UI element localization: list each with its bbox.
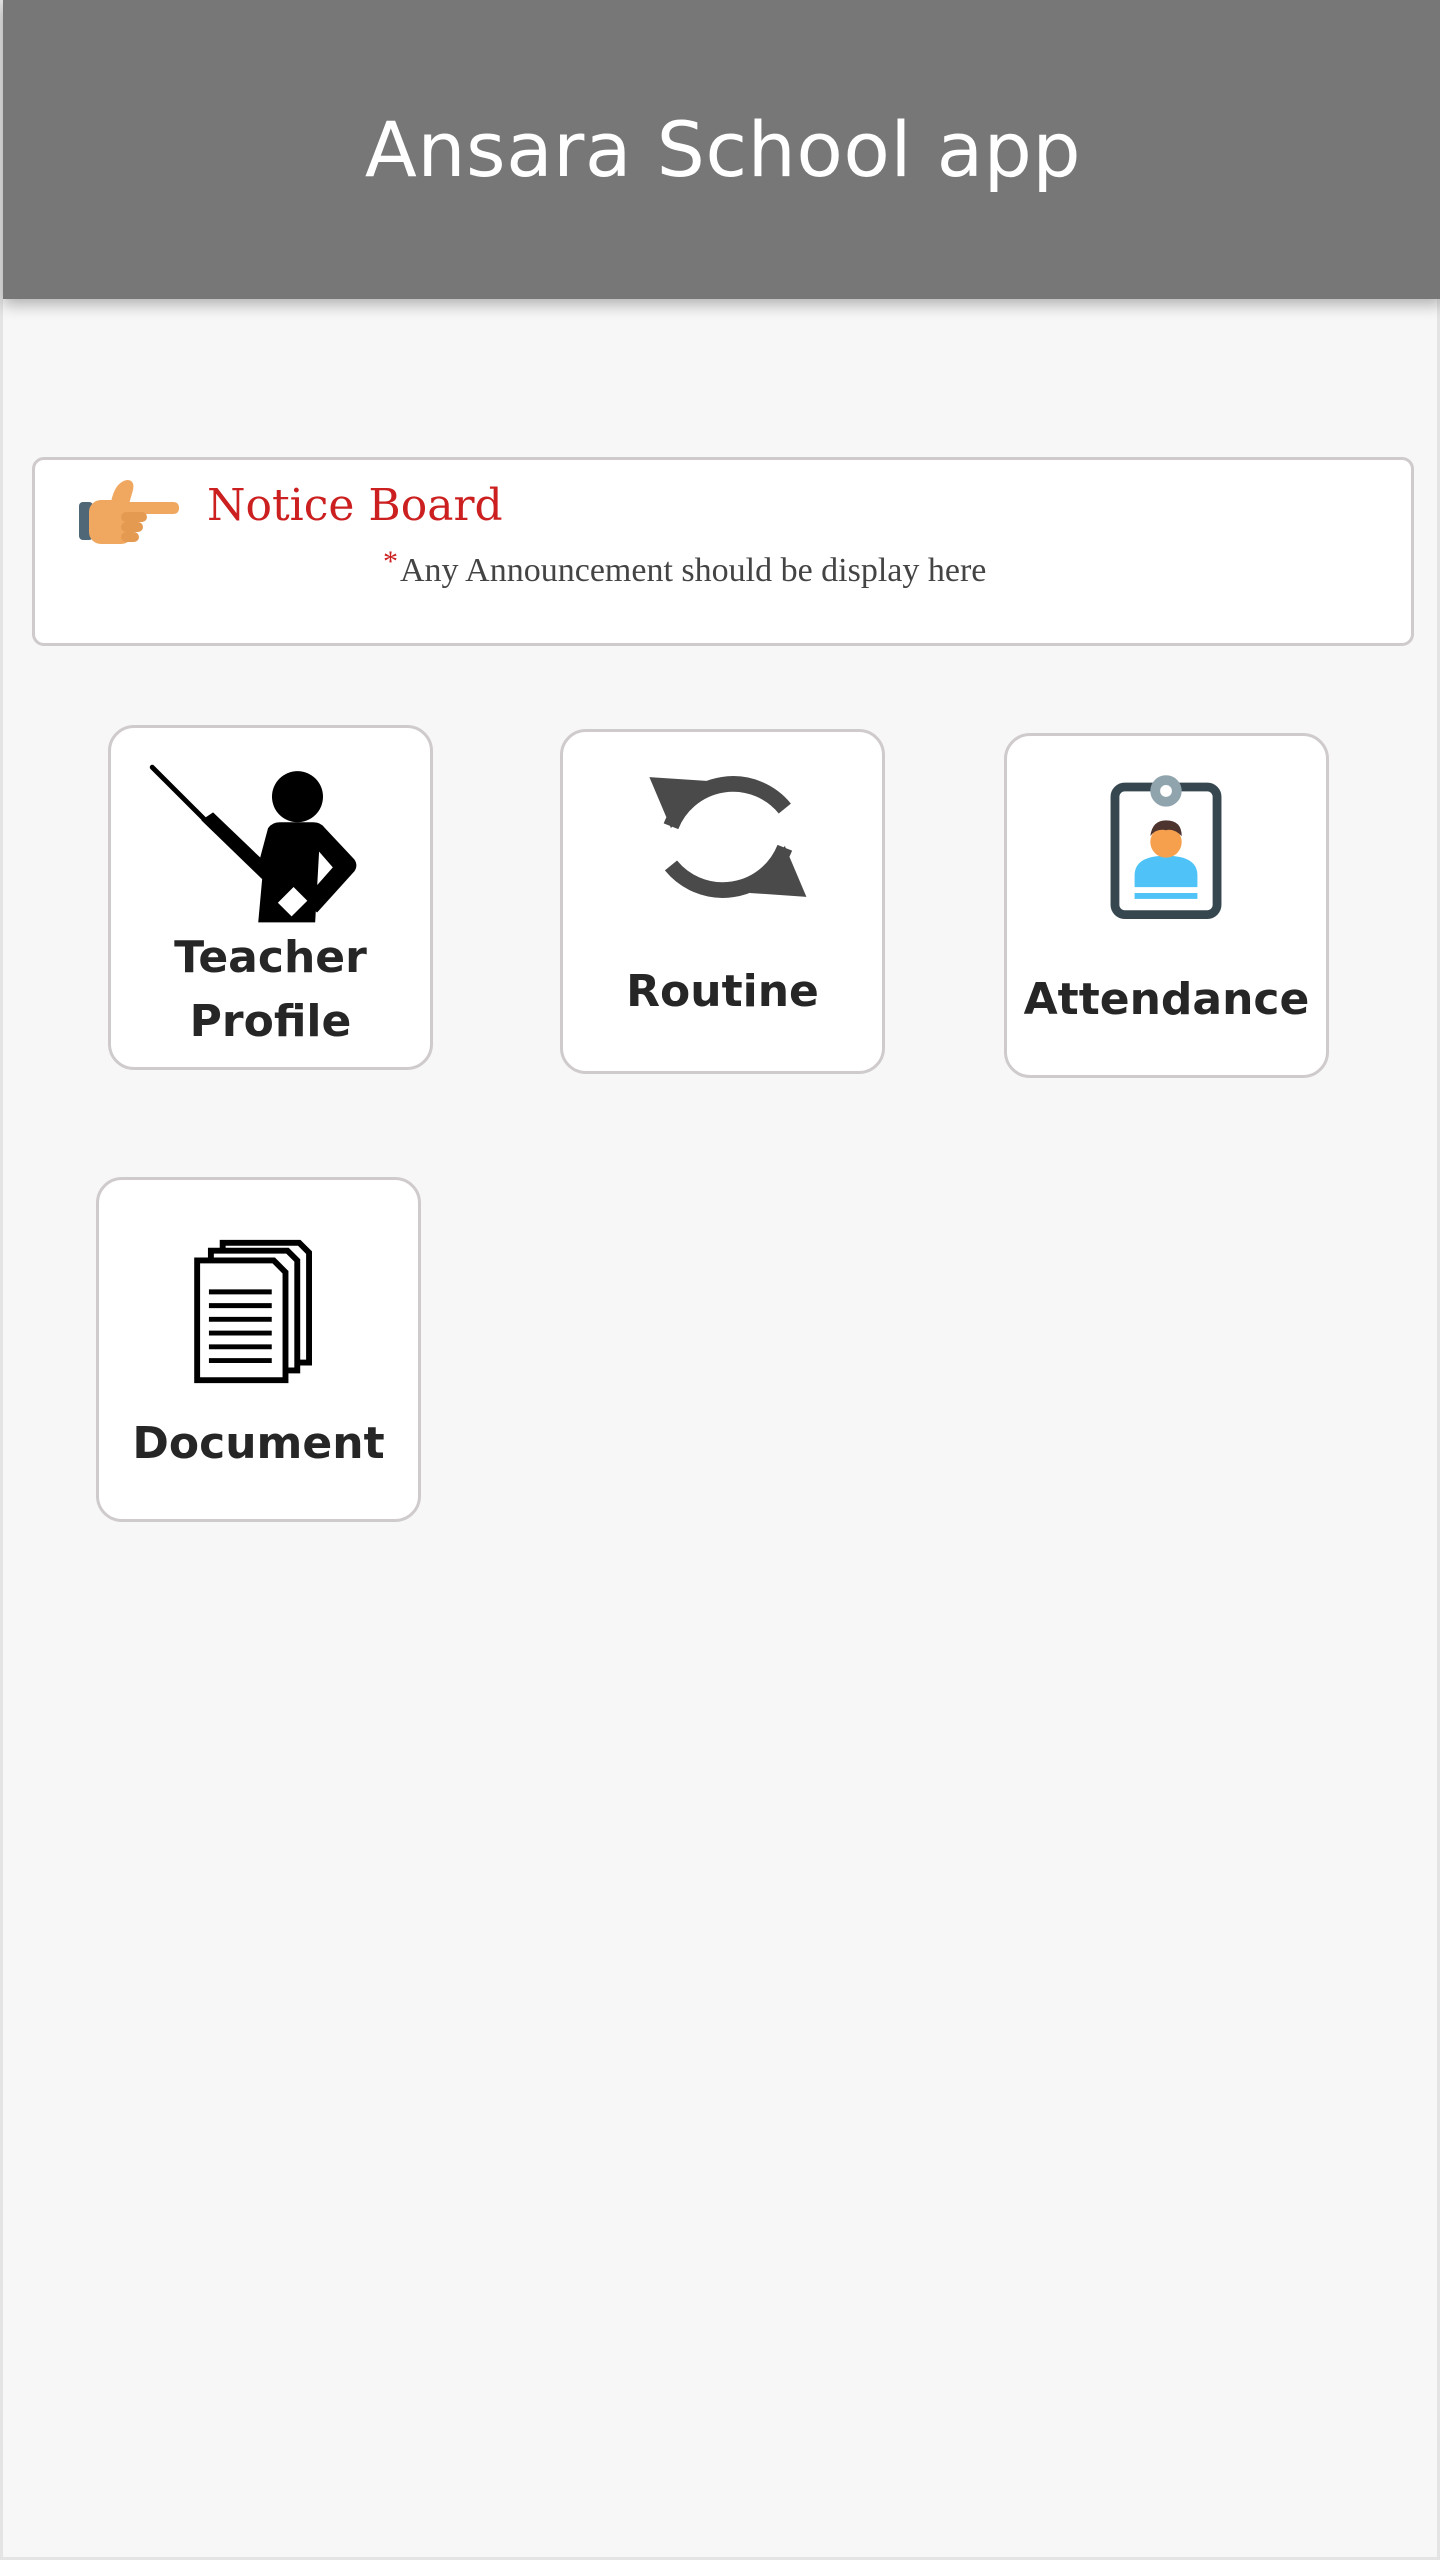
document-label: Document xyxy=(132,1418,385,1469)
attendance-label: Attendance xyxy=(1023,974,1310,1025)
teacher-profile-label-line1: Teacher xyxy=(174,932,367,983)
teacher-profile-tile[interactable]: Teacher Profile xyxy=(108,725,433,1070)
document-tile[interactable]: Document xyxy=(96,1177,421,1522)
notice-board-text: *Any Announcement should be display here xyxy=(383,545,987,590)
pointing-hand-icon xyxy=(79,480,179,544)
teacher-icon xyxy=(149,764,357,923)
announcement-text: Any Announcement should be display here xyxy=(400,552,987,589)
notice-board-title: Notice Board xyxy=(207,480,503,531)
id-badge-icon xyxy=(1110,775,1222,920)
required-marker: * xyxy=(383,545,398,578)
attendance-tile[interactable]: Attendance xyxy=(1004,733,1329,1078)
routine-label: Routine xyxy=(626,966,819,1017)
documents-icon xyxy=(194,1239,312,1384)
teacher-profile-label-line2: Profile xyxy=(189,996,352,1047)
notice-board: Notice Board *Any Announcement should be… xyxy=(32,457,1414,646)
app-title: Ansara School app xyxy=(364,105,1082,194)
app-bar: Ansara School app xyxy=(3,0,1440,299)
refresh-icon xyxy=(649,776,807,898)
routine-tile[interactable]: Routine xyxy=(560,729,885,1074)
